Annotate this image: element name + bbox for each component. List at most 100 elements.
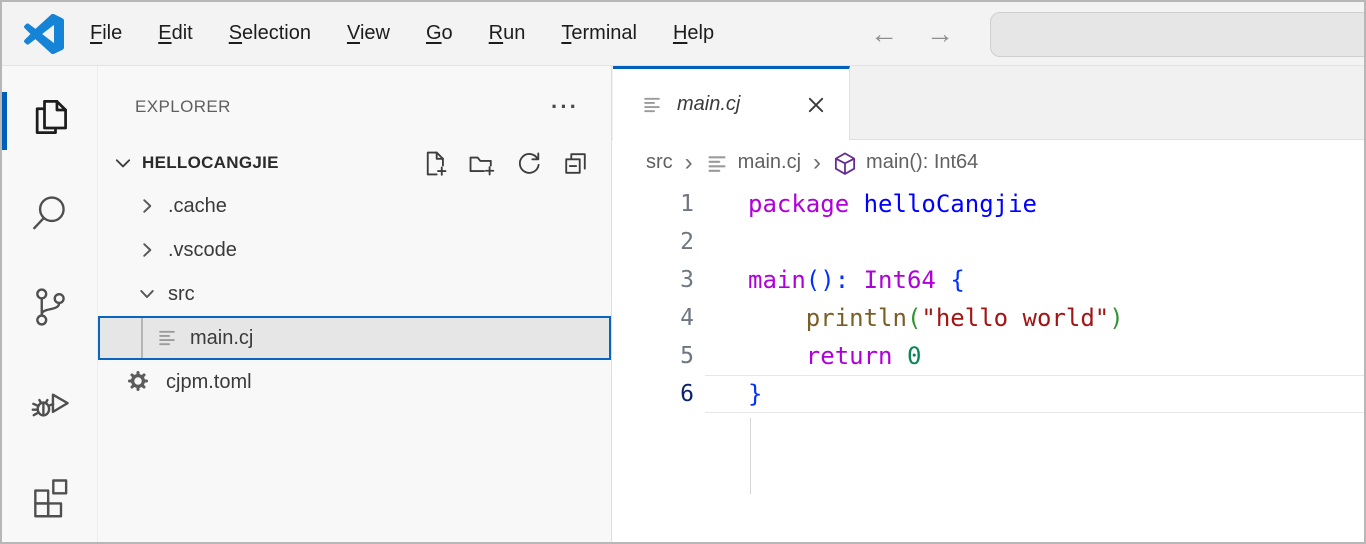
- extensions-icon[interactable]: [28, 475, 72, 519]
- source-control-icon[interactable]: [28, 285, 72, 329]
- tree-item-label: main.cj: [190, 327, 253, 350]
- new-folder-icon[interactable]: [468, 150, 495, 177]
- refresh-icon[interactable]: [515, 150, 542, 177]
- code-line-6[interactable]: 6}: [612, 375, 1364, 413]
- tree-item-cache[interactable]: .cache: [98, 184, 611, 228]
- menu-terminal[interactable]: Terminal: [561, 22, 637, 45]
- code-token: [849, 190, 863, 218]
- code-token: [936, 266, 950, 294]
- vscode-logo-icon: [24, 14, 64, 54]
- more-actions-icon[interactable]: ···: [551, 90, 579, 124]
- tree-item-src[interactable]: src: [98, 272, 611, 316]
- code-line-4[interactable]: 4 println("hello world"): [612, 299, 1364, 337]
- explorer-title: EXPLORER: [135, 97, 231, 117]
- breadcrumb-file[interactable]: main.cj: [705, 151, 801, 175]
- breadcrumb-symbol[interactable]: main(): Int64: [833, 151, 978, 175]
- vscode-window: File Edit Selection View Go Run Terminal Help ←…: [0, 0, 1366, 544]
- tab-title: main.cj: [677, 93, 740, 116]
- line-content: main(): Int64 {: [612, 261, 1364, 299]
- tree-item-label: cjpm.toml: [166, 371, 252, 394]
- explorer-actions: [421, 150, 589, 177]
- nav-back-icon[interactable]: ←: [870, 20, 898, 48]
- code-line-3[interactable]: 3main(): Int64 {: [612, 261, 1364, 299]
- code-line-1[interactable]: 1package helloCangjie: [612, 185, 1364, 223]
- code-token: main: [748, 266, 806, 294]
- command-center-search-input[interactable]: [990, 12, 1366, 57]
- tree-item-cjpmtoml[interactable]: cjpm.toml: [98, 360, 611, 404]
- line-number: 3: [612, 261, 694, 299]
- code-token: "hello world": [921, 304, 1109, 332]
- code-token: [748, 342, 806, 370]
- breadcrumb-separator: ›: [813, 151, 821, 175]
- editor-group: main.cj src › main.cj › main(): Int64: [612, 66, 1364, 542]
- file-tree: .cache .vscode src main.cj cjpm.toml: [98, 184, 611, 404]
- line-content: return 0: [612, 337, 1364, 375]
- workspace-section-header[interactable]: HELLOCANGJIE: [98, 142, 611, 184]
- code-token: {: [950, 266, 964, 294]
- file-lines-icon: [641, 93, 665, 117]
- code-line-5[interactable]: 5 return 0: [612, 337, 1364, 375]
- nav-forward-icon[interactable]: →: [926, 20, 954, 48]
- chevron-down-icon: [136, 283, 158, 305]
- code-token: return: [806, 342, 893, 370]
- tree-item-label: src: [168, 283, 195, 306]
- line-number: 1: [612, 185, 694, 223]
- tree-item-label: .cache: [168, 195, 227, 218]
- code-token: (: [907, 304, 921, 332]
- chevron-right-icon: [136, 239, 158, 261]
- code-token: [849, 266, 863, 294]
- run-and-debug-icon[interactable]: [28, 380, 72, 424]
- activity-bar: [2, 66, 98, 542]
- breadcrumb-file-label: main.cj: [738, 151, 801, 174]
- line-number: 2: [612, 223, 694, 261]
- code-area[interactable]: 1package helloCangjie23main(): Int64 {4 …: [612, 185, 1364, 542]
- code-line-2[interactable]: 2: [612, 223, 1364, 261]
- line-number: 5: [612, 337, 694, 375]
- explorer-icon[interactable]: [28, 95, 72, 139]
- explorer-sidebar: EXPLORER ··· HELLOCANGJIE .cache: [98, 66, 612, 542]
- code-token: Int64: [864, 266, 936, 294]
- tab-main-cj[interactable]: main.cj: [613, 66, 850, 140]
- file-lines-icon: [705, 151, 729, 175]
- menu-help[interactable]: Help: [673, 22, 714, 45]
- symbol-method-icon: [833, 151, 857, 175]
- title-bar: File Edit Selection View Go Run Terminal Help ←…: [2, 2, 1364, 66]
- line-content: println("hello world"): [612, 299, 1364, 337]
- gear-icon: [127, 370, 151, 394]
- menu-bar: File Edit Selection View Go Run Terminal Help: [90, 22, 714, 45]
- file-lines-icon: [156, 326, 180, 350]
- code-token: helloCangjie: [864, 190, 1037, 218]
- history-navigation: ← →: [870, 2, 954, 66]
- menu-view[interactable]: View: [347, 22, 390, 45]
- menu-selection[interactable]: Selection: [229, 22, 311, 45]
- menu-go[interactable]: Go: [426, 22, 453, 45]
- tree-item-vscode[interactable]: .vscode: [98, 228, 611, 272]
- tree-item-maincj[interactable]: main.cj: [98, 316, 611, 360]
- collapse-all-icon[interactable]: [562, 150, 589, 177]
- breadcrumb-src[interactable]: src: [646, 151, 673, 174]
- menu-file[interactable]: File: [90, 22, 122, 45]
- search-icon[interactable]: [28, 190, 72, 234]
- code-token: package: [748, 190, 849, 218]
- breadcrumb-separator: ›: [685, 151, 693, 175]
- close-icon[interactable]: [805, 94, 827, 116]
- code-token: ():: [806, 266, 849, 294]
- code-token: [893, 342, 907, 370]
- workspace-name: HELLOCANGJIE: [142, 153, 279, 173]
- new-file-icon[interactable]: [421, 150, 448, 177]
- tree-item-label: .vscode: [168, 239, 237, 262]
- line-content: package helloCangjie: [612, 185, 1364, 223]
- code-token: [748, 304, 806, 332]
- tree-indent-guide: [141, 318, 143, 358]
- menu-run[interactable]: Run: [489, 22, 526, 45]
- tab-bar: main.cj: [612, 66, 1364, 140]
- current-line-highlight: [705, 375, 1364, 413]
- chevron-right-icon: [136, 195, 158, 217]
- active-view-indicator: [2, 92, 7, 150]
- chevron-down-icon: [112, 152, 134, 174]
- indent-guide: [750, 418, 751, 494]
- line-number: 6: [612, 375, 694, 413]
- code-token: println: [806, 304, 907, 332]
- menu-edit[interactable]: Edit: [158, 22, 192, 45]
- breadcrumb-symbol-label: main(): Int64: [866, 151, 978, 174]
